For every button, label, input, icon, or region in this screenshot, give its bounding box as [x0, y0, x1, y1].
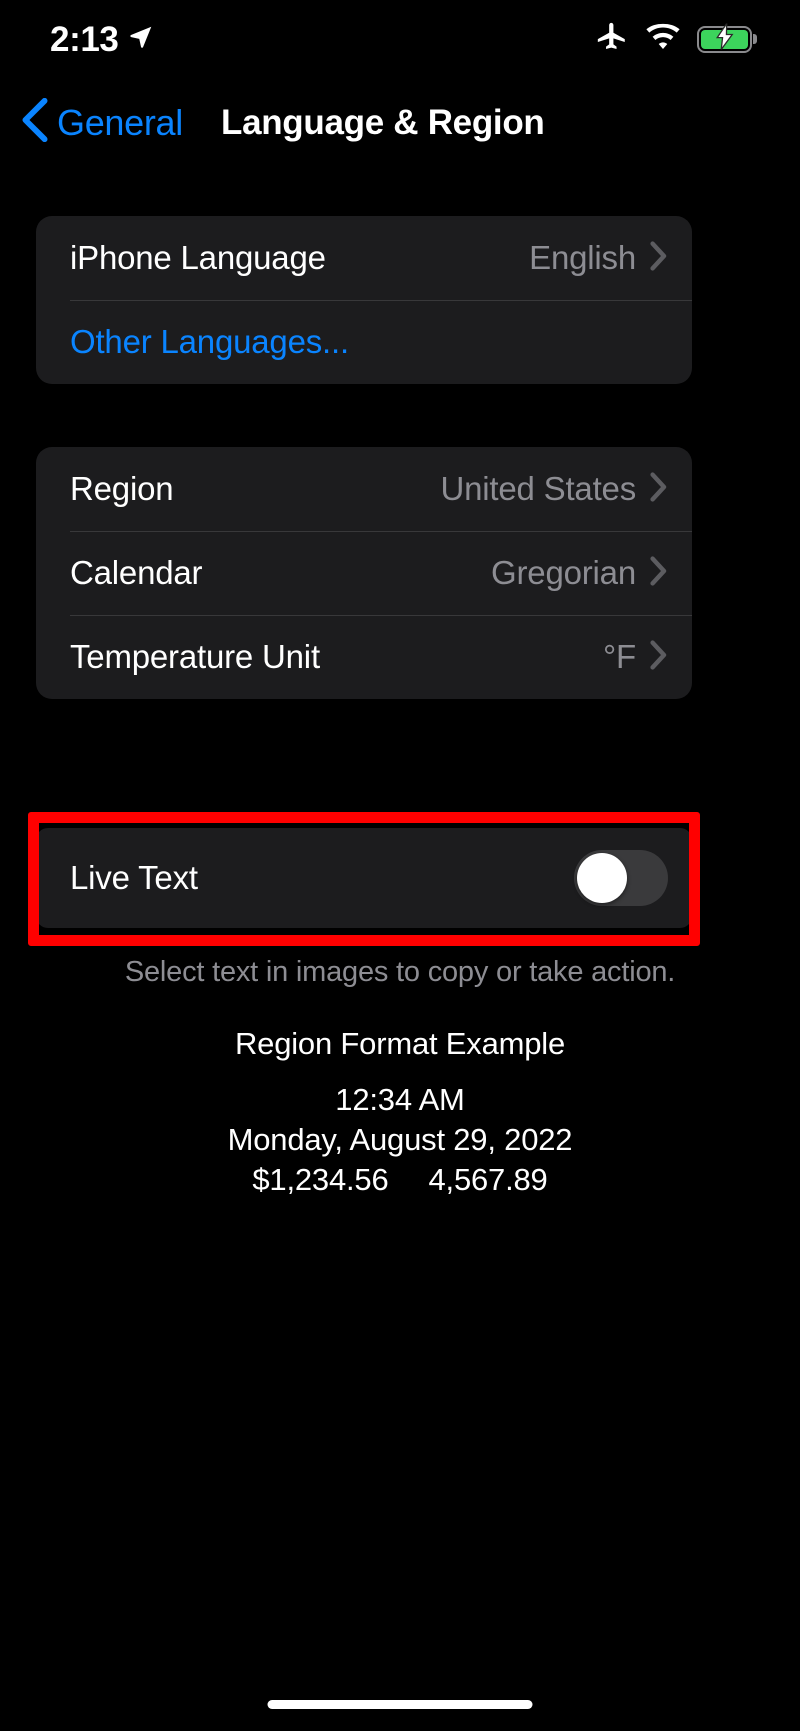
region-format-example-time: 12:34 AM	[335, 1082, 465, 1117]
row-value: United States	[440, 470, 636, 507]
region-format-example-currency: $1,234.56	[252, 1161, 389, 1197]
row-label: Region	[70, 470, 174, 507]
chevron-right-icon	[650, 639, 668, 675]
row-label: Calendar	[70, 554, 203, 591]
row-live-text[interactable]: Live Text	[36, 828, 692, 928]
settings-content: iPhone Language English Other Languages.…	[0, 0, 800, 1731]
row-region[interactable]: Region United States	[36, 447, 692, 531]
row-calendar[interactable]: Calendar Gregorian	[36, 531, 692, 615]
region-format-example-date: Monday, August 29, 2022	[227, 1121, 573, 1157]
language-group: iPhone Language English Other Languages.…	[36, 216, 692, 384]
region-group: Region United States Calendar Gregorian	[36, 447, 692, 699]
region-format-example: Region Format Example 12:34 AM Monday, A…	[0, 1026, 800, 1200]
row-value: Gregorian	[491, 554, 636, 591]
home-indicator[interactable]	[267, 1700, 533, 1709]
row-label: Temperature Unit	[70, 638, 320, 675]
live-text-group: Live Text	[36, 828, 692, 928]
chevron-right-icon	[650, 471, 668, 507]
row-label: Other Languages...	[70, 323, 349, 360]
chevron-right-icon	[650, 240, 668, 276]
chevron-right-icon	[650, 555, 668, 591]
row-label: Live Text	[70, 859, 198, 896]
iphone-screen: 2:13 General Language & Region iPhone La…	[0, 0, 800, 1731]
live-text-toggle[interactable]	[574, 850, 668, 906]
region-format-example-numbers: $1,234.56 4,567.89	[0, 1160, 800, 1200]
region-format-example-title: Region Format Example	[234, 1026, 566, 1061]
row-value: English	[529, 239, 636, 276]
row-label: iPhone Language	[70, 239, 326, 276]
toggle-knob	[577, 853, 627, 903]
live-text-footer-note: Select text in images to copy or take ac…	[124, 956, 676, 988]
row-temperature-unit[interactable]: Temperature Unit °F	[36, 615, 692, 699]
row-value: °F	[603, 638, 636, 675]
region-format-example-number: 4,567.89	[428, 1161, 548, 1197]
row-other-languages[interactable]: Other Languages...	[36, 300, 692, 384]
row-iphone-language[interactable]: iPhone Language English	[36, 216, 692, 300]
